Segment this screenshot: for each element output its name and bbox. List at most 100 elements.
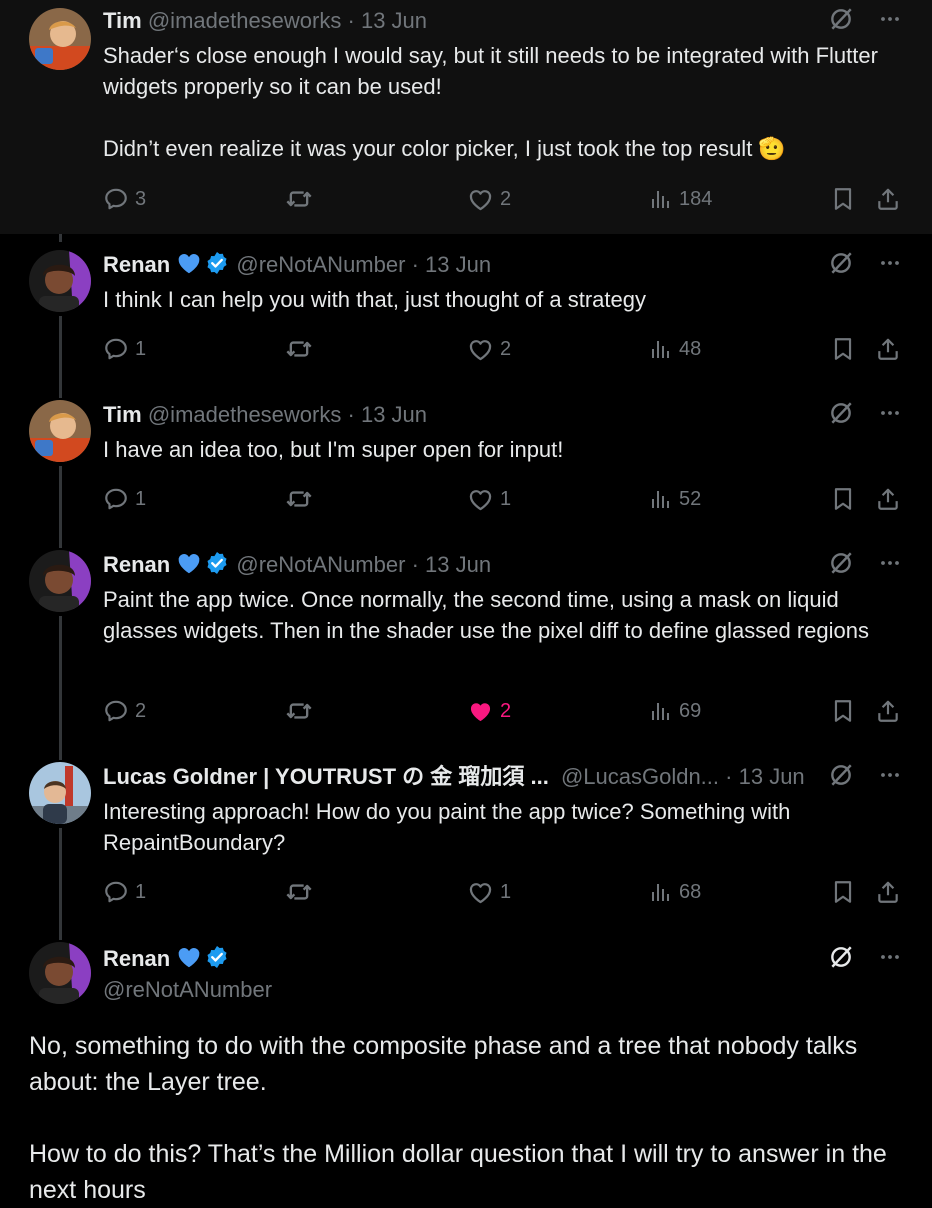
avatar[interactable] (29, 8, 91, 70)
tweet-paragraph: No, something to do with the composite p… (29, 1032, 858, 1096)
retweet-button[interactable] (285, 184, 313, 214)
tweet-header: Renan @reNotANumber · 13 Jun (103, 550, 491, 580)
tweet[interactable]: Renan @reNotANumber · 13 Jun I think I c… (0, 250, 932, 380)
share-button[interactable] (875, 184, 901, 214)
views-icon (649, 337, 673, 361)
retweet-button[interactable] (285, 696, 313, 726)
grok-icon[interactable] (828, 944, 854, 975)
bookmark-button[interactable] (830, 877, 856, 907)
author-handle[interactable]: @LucasGoldn... (561, 764, 719, 789)
author-name[interactable]: Renan (103, 946, 170, 971)
main-author-name-row: Renan (103, 944, 230, 974)
grok-icon[interactable] (828, 250, 854, 281)
author-handle[interactable]: @imadetheseworks (148, 8, 342, 33)
more-icon[interactable] (878, 945, 902, 974)
tweet-date[interactable]: 13 Jun (361, 8, 427, 33)
author-handle[interactable]: @imadetheseworks (148, 402, 342, 427)
author-name[interactable]: Lucas Goldner | YOUTRUST の 金 瑠加須 ... (103, 764, 549, 789)
like-count: 1 (500, 487, 512, 510)
retweet-button[interactable] (285, 334, 313, 364)
reply-button[interactable]: 1 (103, 484, 146, 514)
view-count: 48 (679, 337, 702, 360)
avatar[interactable] (29, 942, 91, 1004)
heart-icon (467, 186, 494, 213)
retweet-button[interactable] (285, 877, 313, 907)
more-icon[interactable] (878, 551, 902, 580)
tweet-date[interactable]: 13 Jun (425, 552, 491, 577)
tweet-text: Paint the app twice. Once normally, the … (103, 584, 882, 646)
tweet-date[interactable]: 13 Jun (739, 764, 805, 789)
separator-dot: · (347, 8, 355, 33)
retweet-button[interactable] (285, 484, 313, 514)
tweet[interactable]: Lucas Goldner | YOUTRUST の 金 瑠加須 ... @Lu… (0, 762, 932, 922)
share-button[interactable] (875, 484, 901, 514)
author-name[interactable]: Tim (103, 402, 142, 427)
bookmark-button[interactable] (830, 696, 856, 726)
grok-icon[interactable] (828, 6, 854, 37)
bookmark-button[interactable] (830, 484, 856, 514)
like-button[interactable]: 1 (467, 484, 511, 514)
tweet-date[interactable]: 13 Jun (361, 402, 427, 427)
like-count: 1 (500, 880, 512, 903)
reply-count: 1 (135, 487, 147, 510)
heart-filled-icon (467, 698, 494, 725)
tweet-text: Interesting approach! How do you paint t… (103, 796, 882, 858)
tweet-tools (828, 944, 902, 974)
heart-icon (467, 486, 494, 513)
reply-button[interactable]: 2 (103, 696, 146, 726)
share-icon (875, 336, 901, 362)
share-button[interactable] (875, 877, 901, 907)
separator-dot: · (411, 552, 419, 577)
more-icon[interactable] (878, 401, 902, 430)
blue-heart-icon (176, 250, 202, 276)
author-name[interactable]: Renan (103, 252, 170, 277)
views-button[interactable]: 184 (649, 184, 712, 214)
like-button[interactable]: 2 (467, 334, 511, 364)
tweet[interactable]: Tim @imadetheseworks · 13 Jun Shader‘s c… (0, 8, 932, 234)
bookmark-button[interactable] (830, 184, 856, 214)
share-button[interactable] (875, 334, 901, 364)
author-name[interactable]: Tim (103, 8, 142, 33)
views-button[interactable]: 68 (649, 877, 701, 907)
grok-icon[interactable] (828, 550, 854, 581)
tweet-paragraph: Paint the app twice. Once normally, the … (103, 587, 870, 643)
grok-icon[interactable] (828, 400, 854, 431)
author-handle[interactable]: @reNotANumber (236, 252, 405, 277)
tweet-tools (828, 762, 902, 792)
grok-icon[interactable] (828, 762, 854, 793)
author-handle[interactable]: @reNotANumber (103, 975, 272, 1005)
like-button[interactable]: 1 (467, 877, 511, 907)
more-icon[interactable] (878, 251, 902, 280)
reply-button[interactable]: 3 (103, 184, 146, 214)
views-button[interactable]: 52 (649, 484, 701, 514)
retweet-icon (285, 485, 313, 513)
like-button[interactable]: 2 (467, 184, 511, 214)
bookmark-button[interactable] (830, 334, 856, 364)
like-button[interactable]: 2 (467, 696, 511, 726)
more-icon[interactable] (878, 7, 902, 36)
reply-button[interactable]: 1 (103, 334, 146, 364)
tweet-paragraph: I think I can help you with that, just t… (103, 287, 646, 312)
blue-heart-icon (176, 944, 202, 970)
more-icon[interactable] (878, 763, 902, 792)
tweet[interactable]: Renan @reNotANumber · 13 Jun Paint the a… (0, 550, 932, 740)
view-count: 184 (679, 187, 713, 210)
author-handle[interactable]: @reNotANumber (236, 552, 405, 577)
separator-dot: · (347, 402, 355, 427)
tweet-text: I think I can help you with that, just t… (103, 284, 882, 315)
avatar[interactable] (29, 400, 91, 462)
reply-button[interactable]: 1 (103, 877, 146, 907)
tweet[interactable]: Tim @imadetheseworks · 13 Jun I have an … (0, 400, 932, 530)
views-button[interactable]: 69 (649, 696, 701, 726)
views-button[interactable]: 48 (649, 334, 701, 364)
like-count: 2 (500, 699, 512, 722)
avatar[interactable] (29, 250, 91, 312)
avatar[interactable] (29, 762, 91, 824)
views-icon (649, 487, 673, 511)
author-name[interactable]: Renan (103, 552, 170, 577)
share-button[interactable] (875, 696, 901, 726)
tweet-date[interactable]: 13 Jun (425, 252, 491, 277)
tweet-header: Tim @imadetheseworks · 13 Jun (103, 400, 427, 430)
avatar[interactable] (29, 550, 91, 612)
reply-icon (103, 698, 129, 724)
